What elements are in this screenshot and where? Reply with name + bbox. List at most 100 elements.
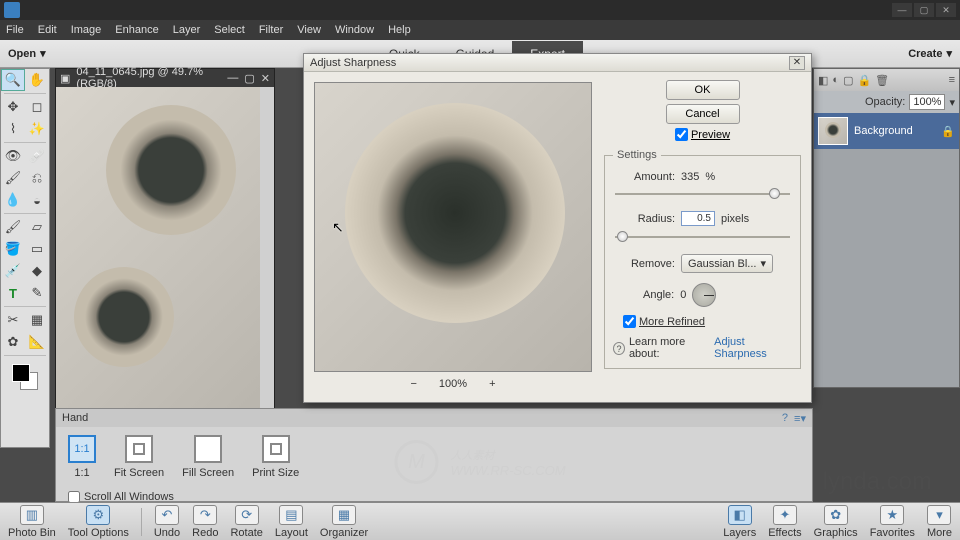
panel-menu-icon[interactable]: ≡ bbox=[949, 74, 955, 86]
tool-options-button[interactable]: ⚙Tool Options bbox=[68, 505, 129, 539]
blur-tool[interactable]: 💧 bbox=[1, 189, 25, 211]
new-layer-icon[interactable]: ◧ bbox=[818, 74, 828, 87]
layer-row-background[interactable]: Background 🔒 bbox=[814, 113, 959, 149]
menu-view[interactable]: View bbox=[297, 24, 321, 36]
menu-enhance[interactable]: Enhance bbox=[115, 24, 158, 36]
radius-slider[interactable] bbox=[615, 230, 790, 244]
graphics-tab-button[interactable]: ✿Graphics bbox=[814, 505, 858, 539]
dialog-preview[interactable] bbox=[314, 82, 592, 372]
brush-tool[interactable]: 🖌 bbox=[1, 216, 25, 238]
more-refined-input[interactable] bbox=[623, 315, 636, 328]
photo-bin-button[interactable]: ▥Photo Bin bbox=[8, 505, 56, 539]
learn-more-link[interactable]: Adjust Sharpness bbox=[714, 336, 792, 360]
opacity-label: Opacity: bbox=[865, 96, 905, 108]
rotate-button[interactable]: ⟳Rotate bbox=[230, 505, 262, 539]
learn-more-row: ? Learn more about: Adjust Sharpness bbox=[613, 336, 792, 360]
pencil-tool[interactable]: ✎ bbox=[25, 282, 49, 304]
menu-file[interactable]: File bbox=[6, 24, 24, 36]
menu-image[interactable]: Image bbox=[71, 24, 102, 36]
move-tool[interactable]: ✥ bbox=[1, 96, 25, 118]
menu-select[interactable]: Select bbox=[214, 24, 245, 36]
layer-name: Background bbox=[854, 125, 913, 137]
wand-tool[interactable]: ✨ bbox=[25, 118, 49, 140]
trash-icon[interactable]: 🗑 bbox=[875, 74, 889, 87]
amount-label: Amount: bbox=[613, 171, 675, 183]
menu-help[interactable]: Help bbox=[388, 24, 411, 36]
lock-icon[interactable]: 🔒 bbox=[857, 74, 871, 87]
window-titlebar: — ▢ ✕ bbox=[0, 0, 960, 20]
amount-slider[interactable] bbox=[615, 187, 790, 201]
straighten-tool[interactable]: 📐 bbox=[25, 331, 49, 353]
zoom-fill-button[interactable]: Fill Screen bbox=[182, 435, 234, 479]
doc-max-icon[interactable]: ▢ bbox=[244, 72, 254, 85]
open-dropdown[interactable]: Open▾ bbox=[8, 47, 46, 60]
sponge-tool[interactable]: ◒ bbox=[25, 189, 49, 211]
minimize-button[interactable]: — bbox=[892, 3, 912, 17]
hand-tool[interactable]: ✋ bbox=[25, 69, 49, 91]
type-tool[interactable]: T bbox=[1, 282, 25, 304]
clone-tool[interactable]: ⎌ bbox=[25, 167, 49, 189]
tool-options-panel: Hand ?≡▾ 1:11:1 Fit Screen Fill Screen P… bbox=[55, 408, 813, 502]
document-icon: ▣ bbox=[60, 72, 70, 85]
eraser-tool[interactable]: ▱ bbox=[25, 216, 49, 238]
more-tab-button[interactable]: ▾More bbox=[927, 505, 952, 539]
menu-layer[interactable]: Layer bbox=[173, 24, 201, 36]
create-dropdown[interactable]: Create▾ bbox=[908, 47, 952, 60]
radius-input[interactable]: 0.5 bbox=[681, 211, 715, 226]
angle-dial[interactable] bbox=[692, 283, 716, 307]
tool-options-title: Hand ?≡▾ bbox=[56, 409, 812, 427]
dialog-titlebar[interactable]: Adjust Sharpness ✕ bbox=[304, 54, 811, 72]
angle-label: Angle: bbox=[643, 289, 674, 301]
remove-dropdown[interactable]: Gaussian Bl...▾ bbox=[681, 254, 773, 273]
doc-min-icon[interactable]: — bbox=[227, 72, 238, 84]
favorites-tab-button[interactable]: ★Favorites bbox=[870, 505, 915, 539]
redo-button[interactable]: ↷Redo bbox=[192, 505, 218, 539]
effects-tab-button[interactable]: ✦Effects bbox=[768, 505, 801, 539]
eyedropper-tool[interactable]: 💉 bbox=[1, 260, 25, 282]
redeye-tool[interactable]: 👁 bbox=[1, 145, 25, 167]
cancel-button[interactable]: Cancel bbox=[666, 104, 740, 124]
adjust-layer-icon[interactable]: ◐ bbox=[832, 74, 839, 86]
zoom-in-button[interactable]: + bbox=[489, 378, 495, 390]
shape-tool[interactable]: ◆ bbox=[25, 260, 49, 282]
zoom-out-button[interactable]: − bbox=[410, 378, 416, 390]
dialog-close-button[interactable]: ✕ bbox=[789, 56, 805, 70]
healing-tool[interactable]: 🩹 bbox=[25, 145, 49, 167]
lasso-tool[interactable]: ⌇ bbox=[1, 118, 25, 140]
layers-options: Opacity: 100% ▾ bbox=[814, 91, 959, 113]
opacity-value[interactable]: 100% bbox=[909, 94, 945, 110]
layout-button[interactable]: ▤Layout bbox=[275, 505, 308, 539]
taskbar: ▥Photo Bin ⚙Tool Options ↶Undo ↷Redo ⟳Ro… bbox=[0, 502, 960, 540]
menu-filter[interactable]: Filter bbox=[259, 24, 283, 36]
more-refined-checkbox[interactable]: More Refined bbox=[623, 315, 792, 328]
cookie-cutter-tool[interactable]: ✿ bbox=[1, 331, 25, 353]
panel-menu-icon[interactable]: ≡▾ bbox=[794, 412, 806, 425]
gradient-tool[interactable]: ▭ bbox=[25, 238, 49, 260]
preview-checkbox[interactable]: Preview bbox=[675, 128, 730, 141]
ok-button[interactable]: OK bbox=[666, 80, 740, 100]
menu-edit[interactable]: Edit bbox=[38, 24, 57, 36]
layers-tab-button[interactable]: ◧Layers bbox=[723, 505, 756, 539]
crop-tool[interactable]: ✂ bbox=[1, 309, 25, 331]
zoom-tool[interactable]: 🔍 bbox=[1, 69, 25, 91]
zoom-fit-button[interactable]: Fit Screen bbox=[114, 435, 164, 479]
menu-window[interactable]: Window bbox=[335, 24, 374, 36]
doc-close-icon[interactable]: ✕ bbox=[261, 72, 270, 85]
bucket-tool[interactable]: 🪣 bbox=[1, 238, 25, 260]
zoom-actual-button[interactable]: 1:11:1 bbox=[68, 435, 96, 479]
organizer-button[interactable]: ▦Organizer bbox=[320, 505, 368, 539]
document-canvas[interactable] bbox=[56, 87, 260, 431]
recompose-tool[interactable]: ▦ bbox=[25, 309, 49, 331]
mask-icon[interactable]: ▢ bbox=[843, 74, 853, 87]
maximize-button[interactable]: ▢ bbox=[914, 3, 934, 17]
opacity-chevron-icon[interactable]: ▾ bbox=[949, 96, 955, 109]
help-icon[interactable]: ? bbox=[782, 412, 788, 425]
color-swatch[interactable] bbox=[12, 364, 38, 390]
doc-scrollbar-vertical[interactable] bbox=[260, 87, 274, 431]
undo-button[interactable]: ↶Undo bbox=[154, 505, 180, 539]
zoom-print-button[interactable]: Print Size bbox=[252, 435, 299, 479]
smart-brush-tool[interactable]: 🖌 bbox=[1, 167, 25, 189]
close-button[interactable]: ✕ bbox=[936, 3, 956, 17]
marquee-tool[interactable]: ◻ bbox=[25, 96, 49, 118]
preview-checkbox-input[interactable] bbox=[675, 128, 688, 141]
